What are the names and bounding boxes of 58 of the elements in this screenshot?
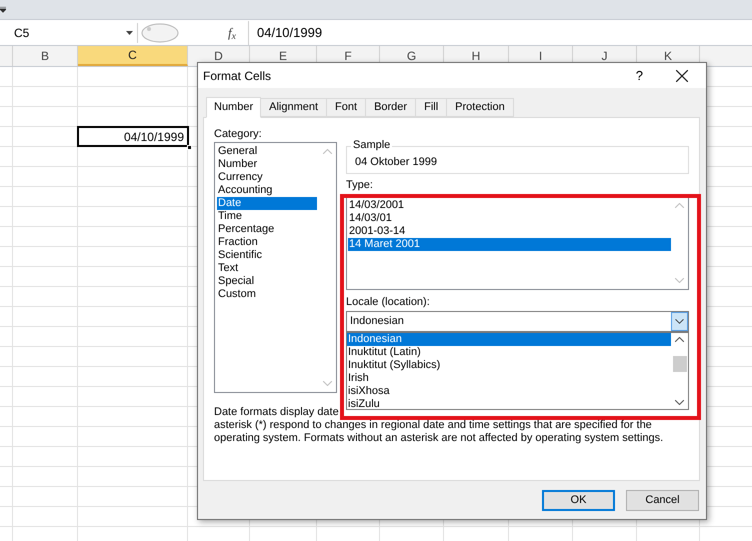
- tab[interactable]: Font: [327, 98, 366, 117]
- type-list[interactable]: 14/03/2001 14/03/01 2001-03-14 14 Maret 2001: [346, 196, 689, 290]
- active-cell[interactable]: 04/10/1999: [77, 126, 189, 147]
- list-item[interactable]: 14/03/01: [348, 212, 671, 225]
- help-text: operating system. Formats without an asterisk are not affected by operating system settings.: [214, 432, 664, 445]
- list-item[interactable]: 2001-03-14: [348, 225, 671, 238]
- tab[interactable]: Fill: [416, 98, 448, 117]
- help-text: asterisk (*) respond to changes in regional date and time settings that are specified for the: [214, 419, 653, 432]
- caret-icon: [126, 30, 133, 34]
- list-item[interactable]: isiXhosa: [347, 385, 671, 398]
- category-label: Category:: [214, 127, 263, 140]
- category-list[interactable]: General Number Currency Accounting Date Time Percentage Fraction Scientific Text Special Custom: [214, 142, 337, 393]
- list-item[interactable]: Accounting: [217, 184, 317, 197]
- list-item[interactable]: Fraction: [217, 236, 317, 249]
- list-item[interactable]: Percentage: [217, 223, 317, 236]
- list-item[interactable]: Number: [217, 158, 317, 171]
- tab[interactable]: Protection: [447, 98, 514, 117]
- tab[interactable]: Number: [206, 97, 262, 118]
- list-item[interactable]: Irish: [347, 372, 671, 385]
- chevron-down-icon[interactable]: [671, 312, 688, 331]
- column-header[interactable]: C: [78, 46, 188, 66]
- locale-label: Locale (location):: [346, 295, 431, 308]
- close-icon[interactable]: [676, 70, 688, 82]
- list-item[interactable]: Indonesian: [347, 333, 671, 346]
- dialog-button[interactable]: Cancel: [626, 490, 699, 511]
- list-item[interactable]: Currency: [217, 171, 317, 184]
- help-button[interactable]: ?: [636, 66, 643, 86]
- list-item[interactable]: Time: [217, 210, 317, 223]
- resize-handle-icon[interactable]: [140, 22, 180, 42]
- list-item[interactable]: Inuktitut (Syllabics): [347, 359, 671, 372]
- dropdown-arrow-icon[interactable]: [0, 7, 6, 13]
- list-item[interactable]: Special: [217, 275, 317, 288]
- list-item[interactable]: isiZulu: [347, 398, 671, 411]
- scrollbar-thumb[interactable]: [672, 356, 686, 372]
- list-item[interactable]: General: [217, 145, 317, 158]
- tab[interactable]: Alignment: [261, 98, 328, 117]
- help-text: Date formats display date: [214, 406, 340, 419]
- list-item[interactable]: Scientific: [217, 249, 317, 262]
- locale-options-list[interactable]: Indonesian Inuktitut (Latin) Inuktitut (Syllabics) Irish isiXhosa isiZulu: [346, 332, 689, 410]
- scroll-down-icon[interactable]: [675, 400, 684, 405]
- sample-value: 04 Oktober 1999: [355, 154, 437, 170]
- dialog-button[interactable]: OK: [542, 490, 615, 511]
- scroll-up-icon[interactable]: [675, 337, 684, 342]
- list-item[interactable]: Custom: [217, 288, 317, 301]
- list-item[interactable]: Text: [217, 262, 317, 275]
- type-label: Type:: [346, 179, 374, 191]
- sample-label: Sample: [351, 137, 392, 154]
- list-item[interactable]: Date: [217, 197, 317, 210]
- name-box[interactable]: C5: [0, 22, 138, 42]
- tab[interactable]: Border: [366, 98, 416, 117]
- list-item[interactable]: 14/03/2001: [348, 199, 671, 212]
- list-item[interactable]: Inuktitut (Latin): [347, 346, 671, 359]
- dialog-title: Format Cells: [203, 68, 272, 84]
- list-item[interactable]: 14 Maret 2001: [348, 238, 671, 251]
- locale-dropdown[interactable]: Indonesian: [346, 311, 689, 332]
- fill-handle[interactable]: [187, 145, 192, 150]
- insert-function-button[interactable]: f$_{x}$: [228, 22, 248, 42]
- formula-bar-field[interactable]: 04/10/1999: [248, 20, 752, 44]
